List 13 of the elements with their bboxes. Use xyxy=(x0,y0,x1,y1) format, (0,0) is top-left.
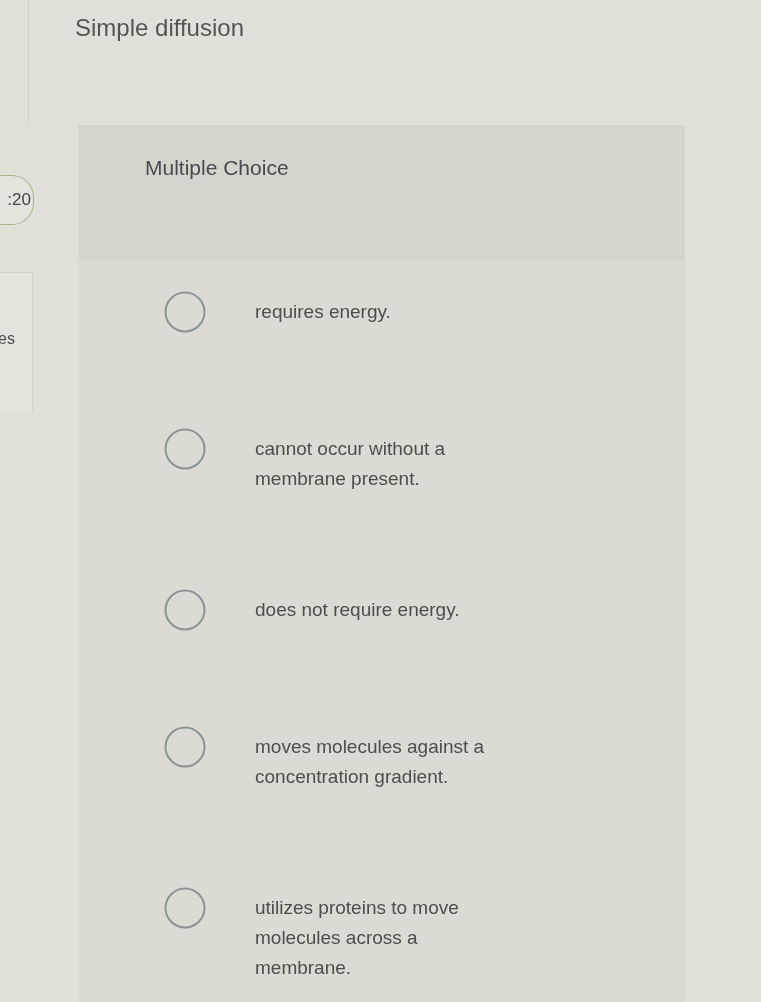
question-type-label: Multiple Choice xyxy=(145,156,289,179)
badge: :20 xyxy=(0,175,34,225)
radio-button[interactable] xyxy=(164,726,206,768)
option-text: does not require energy. xyxy=(255,598,461,622)
radio-button[interactable] xyxy=(164,291,206,333)
question-title: Simple diffusion xyxy=(75,14,244,41)
radio-button[interactable] xyxy=(164,428,206,470)
option-text: cannot occur without a membrane present. xyxy=(255,437,447,491)
radio-button[interactable] xyxy=(164,589,206,631)
option-text: requires energy. xyxy=(255,300,392,324)
option-text: utilizes proteins to move molecules across a membrane. xyxy=(255,896,460,980)
radio-button[interactable] xyxy=(164,887,206,929)
option-text: moves molecules against a concentration gradient. xyxy=(255,735,486,789)
